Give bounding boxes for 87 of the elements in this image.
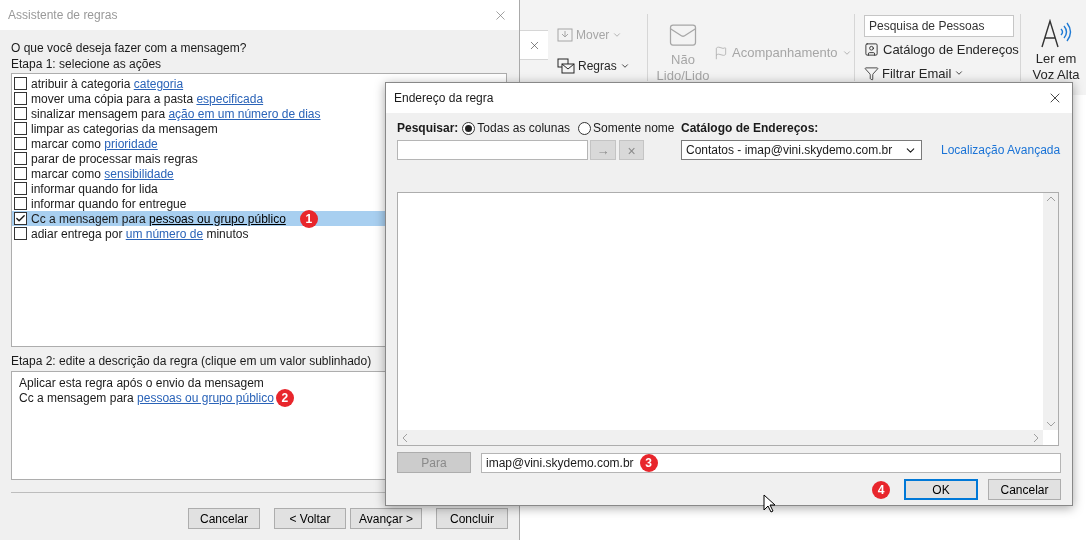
checkbox[interactable] bbox=[14, 77, 27, 90]
checkbox[interactable] bbox=[14, 212, 27, 225]
value-link[interactable]: categoria bbox=[133, 76, 184, 91]
scroll-up-icon bbox=[1046, 196, 1055, 201]
step-badge: 1 bbox=[299, 209, 318, 228]
checkbox[interactable] bbox=[14, 92, 27, 105]
ok-button[interactable]: OK bbox=[904, 479, 978, 500]
action-row[interactable]: parar de processar mais regras bbox=[12, 151, 506, 166]
value-link[interactable]: pessoas ou grupo público bbox=[149, 211, 286, 226]
checkbox[interactable] bbox=[14, 122, 27, 135]
description-line: Aplicar esta regra após o envio da mensagem bbox=[19, 374, 264, 392]
to-field[interactable]: imap@vini.skydemo.com.br 3 bbox=[481, 452, 1061, 473]
description-line: Cc a mensagem para pessoas ou grupo público bbox=[19, 390, 274, 407]
action-label: atribuir à categoria categoria bbox=[31, 75, 184, 93]
checkbox[interactable] bbox=[14, 107, 27, 120]
value-link[interactable]: ação em um número de dias bbox=[168, 106, 321, 121]
value-link[interactable]: prioridade bbox=[104, 136, 158, 151]
step-label: Etapa 2: edite a descrição da regra (clique em um valor sublinhado) bbox=[11, 353, 373, 369]
search-label: Pesquisar: bbox=[397, 120, 459, 137]
rules-icon bbox=[557, 58, 575, 74]
radio-button[interactable] bbox=[462, 121, 476, 135]
address-book-dropdown[interactable]: Contatos - imap@vini.skydemo.com.br bbox=[681, 140, 922, 160]
action-label: informar quando for entregue bbox=[31, 196, 187, 213]
address-book-button[interactable]: Catálogo de Endereços bbox=[864, 40, 1019, 60]
value-link[interactable]: especificada bbox=[196, 91, 264, 106]
filter-email-button[interactable]: Filtrar Email bbox=[864, 63, 1019, 83]
window-title: Endereço da regra bbox=[394, 90, 494, 107]
action-row[interactable]: atribuir à categoria categoria bbox=[12, 76, 506, 91]
to-value: imap@vini.skydemo.com.br bbox=[486, 454, 634, 472]
search-field[interactable] bbox=[397, 140, 588, 160]
caret-icon bbox=[612, 30, 623, 40]
action-label: sinalizar mensagem para ação em um número de dias bbox=[31, 106, 321, 123]
wizard-button[interactable]: Concluir bbox=[436, 508, 508, 529]
checkbox[interactable] bbox=[14, 197, 27, 210]
step-badge: 4 bbox=[872, 480, 890, 499]
caret-icon bbox=[619, 61, 630, 71]
action-label: mover uma cópia para a pasta especificada bbox=[31, 91, 264, 108]
action-label: marcar como sensibilidade bbox=[31, 166, 174, 183]
window-title: Assistente de regras bbox=[8, 7, 118, 24]
question-text: O que você deseja fazer com a mensagem? bbox=[11, 40, 248, 56]
step-badge: 3 bbox=[639, 453, 658, 472]
action-row[interactable]: informar quando for lida bbox=[12, 181, 506, 196]
action-label: marcar como prioridade bbox=[31, 136, 158, 153]
scroll-down-icon bbox=[1046, 422, 1055, 427]
radio-button[interactable] bbox=[578, 121, 592, 135]
action-row[interactable]: sinalizar mensagem para ação em um número de dias bbox=[12, 106, 506, 121]
radio-option[interactable]: Todas as colunas bbox=[462, 119, 571, 137]
wizard-button[interactable]: < Voltar bbox=[274, 508, 346, 529]
checkbox[interactable] bbox=[14, 227, 27, 240]
checkbox[interactable] bbox=[14, 152, 27, 165]
step-label: Etapa 1: selecione as ações bbox=[11, 56, 163, 72]
funnel-icon bbox=[864, 65, 879, 81]
move-icon bbox=[557, 28, 573, 42]
vertical-scrollbar[interactable] bbox=[1043, 193, 1058, 430]
action-label: Cc a mensagem para pessoas ou grupo público bbox=[31, 211, 286, 228]
checkbox[interactable] bbox=[14, 182, 27, 195]
action-row[interactable]: marcar como prioridade bbox=[12, 136, 506, 151]
action-label: limpar as categorias da mensagem bbox=[31, 121, 218, 138]
step-badge: 2 bbox=[275, 388, 294, 407]
value-link[interactable]: sensibilidade bbox=[104, 166, 174, 181]
checkbox[interactable] bbox=[14, 137, 27, 150]
address-book-label: Catálogo de Endereços: bbox=[681, 120, 819, 137]
checkbox[interactable] bbox=[14, 167, 27, 180]
action-label: parar de processar mais regras bbox=[31, 151, 198, 168]
action-row[interactable]: adiar entrega por um número de minutos bbox=[12, 226, 506, 241]
action-label: informar quando for lida bbox=[31, 180, 158, 198]
action-label: adiar entrega por um número de minutos bbox=[31, 226, 249, 243]
radio-option[interactable]: Somente nome bbox=[578, 119, 675, 137]
wizard-button[interactable]: Cancelar bbox=[188, 508, 260, 529]
value-link[interactable]: um número de bbox=[125, 226, 204, 241]
cancel-button[interactable]: Cancelar bbox=[988, 479, 1061, 500]
scroll-left-icon bbox=[402, 433, 407, 442]
people-search-field[interactable]: Pesquisa de Pessoas bbox=[864, 15, 1014, 37]
action-row[interactable]: informar quando for entregue bbox=[12, 196, 506, 211]
read-aloud-button[interactable]: Ler em Voz Alta bbox=[1031, 0, 1081, 95]
read-aloud-icon bbox=[1040, 19, 1072, 49]
advanced-search-link[interactable]: Localização Avançada bbox=[941, 141, 1061, 159]
mouse-cursor-icon bbox=[763, 494, 775, 513]
horizontal-scrollbar[interactable] bbox=[398, 430, 1043, 445]
contact-card-icon bbox=[864, 42, 879, 58]
check-icon bbox=[15, 213, 26, 224]
value-link[interactable]: pessoas ou grupo público bbox=[137, 390, 274, 405]
flag-icon bbox=[714, 45, 728, 60]
action-row[interactable]: marcar como sensibilidade bbox=[12, 166, 506, 181]
rules-button[interactable]: Regras bbox=[557, 57, 647, 75]
scroll-right-icon bbox=[1034, 433, 1039, 442]
wizard-button[interactable]: Avançar > bbox=[350, 508, 422, 529]
